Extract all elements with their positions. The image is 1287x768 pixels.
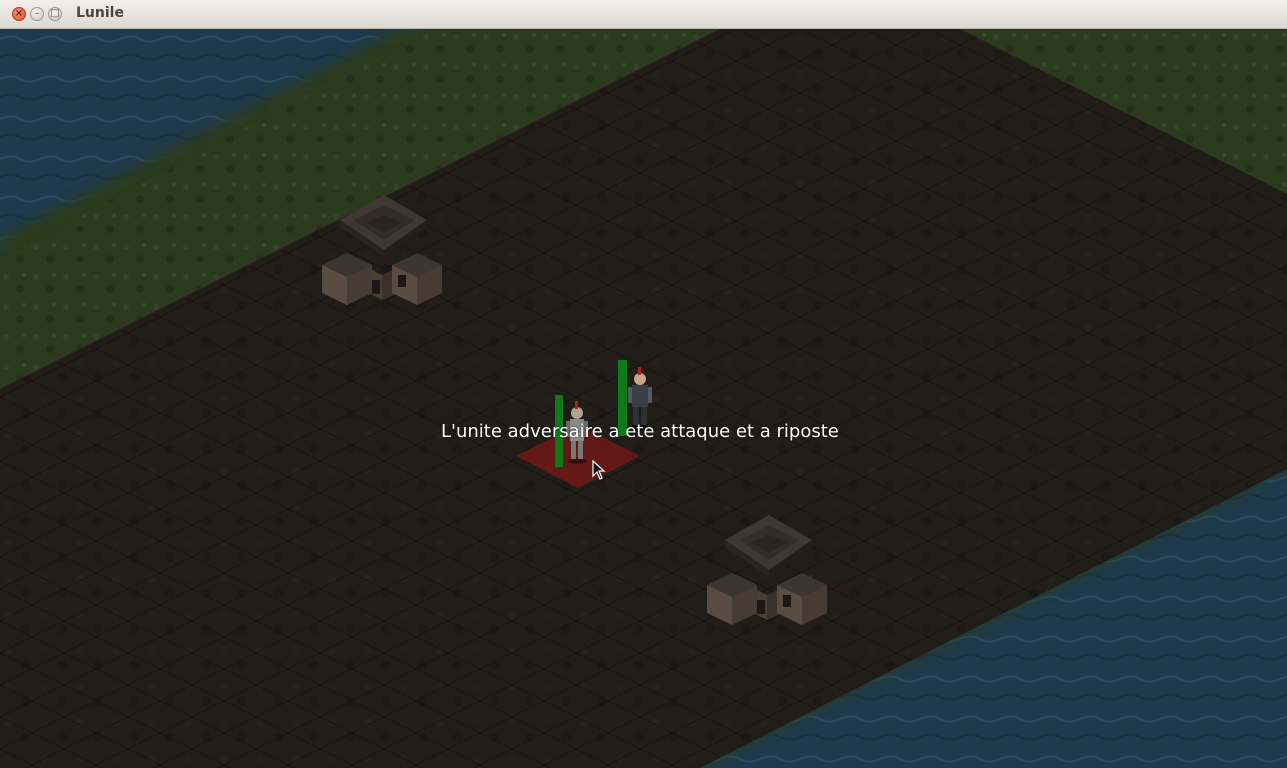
close-icon: × (14, 8, 24, 19)
game-window: × – □ Lunile L'unite adversaire a ete at… (0, 0, 1287, 768)
maximize-icon: □ (50, 8, 60, 19)
window-title: Lunile (76, 5, 124, 21)
game-viewport[interactable]: L'unite adversaire a ete attaque et a ri… (0, 29, 1287, 768)
minimize-button[interactable]: – (30, 7, 44, 21)
status-message: L'unite adversaire a ete attaque et a ri… (441, 421, 839, 442)
minimize-icon: – (34, 8, 40, 19)
isometric-map[interactable] (0, 29, 1287, 768)
close-button[interactable]: × (12, 7, 26, 21)
maximize-button[interactable]: □ (48, 7, 62, 21)
title-bar[interactable]: × – □ Lunile (0, 0, 1287, 29)
mouse-cursor-icon (592, 460, 606, 480)
